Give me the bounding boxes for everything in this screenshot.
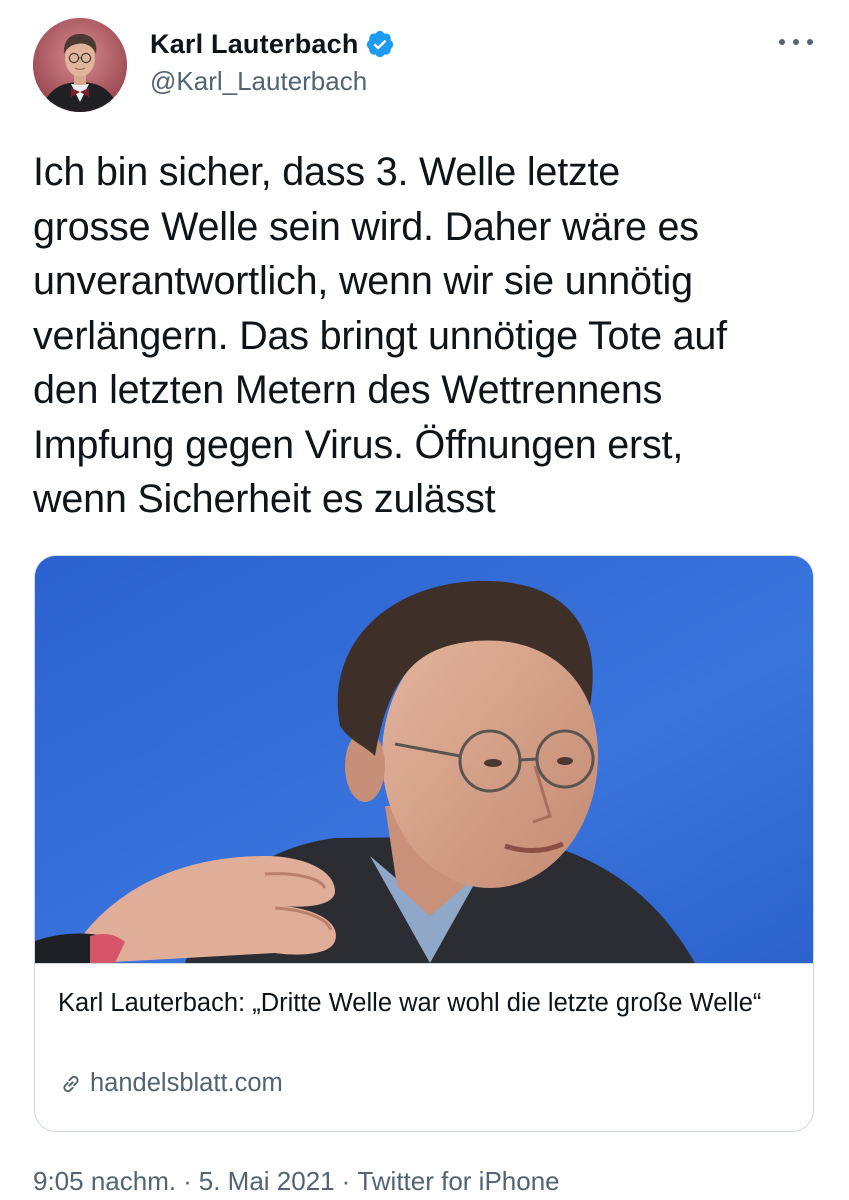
card-photo [35,556,813,963]
card-title[interactable]: Karl Lauterbach: „Dritte Welle war wohl … [58,984,798,1022]
avatar-image [33,18,127,112]
tweet-time[interactable]: 9:05 nachm. [33,1166,176,1196]
tweet-source[interactable]: Twitter for iPhone [357,1166,559,1196]
more-options-icon[interactable] [779,32,813,52]
tweet-header: Karl Lauterbach @Karl_Lauterbach [33,18,823,118]
tweet-meta: 9:05 nachm. · 5. Mai 2021 · Twitter for iPho… [33,1166,560,1197]
card-link[interactable]: handelsblatt.com [58,1069,283,1098]
avatar[interactable] [33,18,127,112]
meta-separator: · [183,1166,192,1196]
link-card[interactable]: Karl Lauterbach: „Dritte Welle war wohl … [34,555,814,1132]
meta-separator: · [341,1166,351,1196]
tweet-text: Ich bin sicher, dass 3. Welle letzte gro… [33,150,727,521]
author-info: Karl Lauterbach @Karl_Lauterbach [150,28,395,97]
card-domain: handelsblatt.com [90,1069,283,1097]
card-image[interactable] [35,556,813,964]
more-dot [807,39,813,45]
verified-badge-icon [366,30,393,58]
display-name[interactable]: Karl Lauterbach [150,29,359,60]
tweet-date[interactable]: 5. Mai 2021 [199,1166,335,1196]
more-dot [779,39,785,45]
link-icon [63,1075,79,1092]
more-dot [793,39,799,45]
name-row: Karl Lauterbach [150,28,395,60]
handle[interactable]: @Karl_Lauterbach [150,66,395,97]
